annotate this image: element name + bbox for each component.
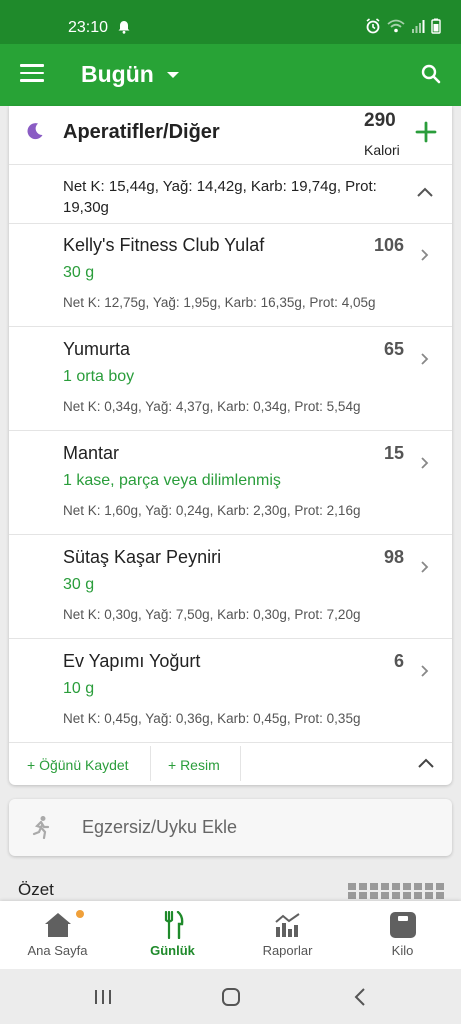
- battery-icon: [431, 18, 441, 34]
- food-macros: Net K: 12,75g, Yağ: 1,95g, Karb: 16,35g,…: [63, 295, 376, 310]
- tab-home[interactable]: Ana Sayfa: [0, 901, 115, 969]
- food-quantity: 30 g: [63, 576, 95, 593]
- food-item[interactable]: Mantar 15 1 kase, parça veya dilimlenmiş…: [9, 431, 452, 535]
- grid-icon[interactable]: [348, 883, 444, 899]
- app-bar: Bugün: [0, 44, 461, 106]
- add-exercise-sleep-button[interactable]: Egzersiz/Uyku Ekle: [9, 799, 452, 856]
- food-macros: Net K: 0,34g, Yağ: 4,37g, Karb: 0,34g, P…: [63, 399, 361, 414]
- chevron-right-icon[interactable]: [420, 352, 430, 366]
- chart-icon: [274, 913, 300, 937]
- recent-apps-icon[interactable]: [92, 987, 114, 1007]
- meal-card: Aperatifler/Diğer 290 Kalori Net K: 15,4…: [9, 106, 452, 785]
- home-icon: [44, 913, 71, 937]
- alarm-icon: [366, 18, 380, 34]
- food-item[interactable]: Yumurta 65 1 orta boy Net K: 0,34g, Yağ:…: [9, 327, 452, 431]
- system-status-icons: [365, 18, 441, 34]
- meal-footer: + Öğünü Kaydet + Resim: [9, 742, 452, 785]
- back-icon[interactable]: [350, 987, 372, 1007]
- food-calories: 65: [383, 339, 404, 359]
- home-button-icon[interactable]: [220, 987, 242, 1007]
- food-name: Mantar: [63, 443, 120, 463]
- food-macros: Net K: 0,45g, Yağ: 0,36g, Karb: 0,45g, P…: [63, 711, 361, 726]
- tab-diary[interactable]: Günlük: [115, 901, 230, 969]
- tab-reports[interactable]: Raporlar: [230, 901, 345, 969]
- chevron-up-icon[interactable]: [416, 757, 436, 769]
- food-name: Ev Yapımı Yoğurt: [63, 651, 201, 671]
- food-name: Yumurta: [63, 339, 131, 359]
- search-icon[interactable]: [419, 62, 443, 86]
- status-time: 23:10: [68, 19, 109, 36]
- meal-calories: 290: [364, 110, 396, 131]
- wifi-icon: [387, 19, 405, 33]
- add-exercise-label: Egzersiz/Uyku Ekle: [82, 817, 238, 837]
- food-name: Sütaş Kaşar Peyniri: [63, 547, 222, 567]
- utensils-icon: [164, 911, 183, 939]
- food-macros: Net K: 0,30g, Yağ: 7,50g, Karb: 0,30g, P…: [63, 607, 361, 622]
- chevron-right-icon[interactable]: [420, 456, 430, 470]
- food-macros: Net K: 1,60g, Yağ: 0,24g, Karb: 2,30g, P…: [63, 503, 361, 518]
- food-item[interactable]: Sütaş Kaşar Peyniri 98 30 g Net K: 0,30g…: [9, 535, 452, 639]
- system-navigation-bar: [0, 969, 461, 1024]
- meal-macro-summary: Net K: 15,44g, Yağ: 14,42g, Karb: 19,74g…: [63, 178, 377, 216]
- caret-down-icon[interactable]: [167, 72, 179, 78]
- add-food-button[interactable]: [414, 120, 438, 144]
- chevron-right-icon[interactable]: [420, 248, 430, 262]
- food-quantity: 30 g: [63, 264, 95, 281]
- chevron-up-icon[interactable]: [414, 185, 436, 199]
- page-title[interactable]: Bugün: [81, 61, 154, 88]
- meal-calories-unit: Kalori: [364, 142, 400, 158]
- add-photo-button[interactable]: + Resim: [168, 757, 220, 773]
- food-calories: 98: [383, 547, 404, 567]
- food-item[interactable]: Ev Yapımı Yoğurt 6 10 g Net K: 0,45g, Ya…: [9, 639, 452, 743]
- scale-icon: [389, 912, 416, 938]
- moon-icon: [27, 123, 43, 140]
- summary-title: Özet: [18, 880, 54, 899]
- bottom-navigation: Ana Sayfa Günlük Raporlar Kilo: [0, 901, 461, 969]
- divider: [150, 746, 151, 781]
- food-quantity: 1 orta boy: [63, 368, 135, 385]
- food-quantity: 10 g: [63, 680, 95, 697]
- tab-weight[interactable]: Kilo: [345, 901, 460, 969]
- tab-label: Raporlar: [262, 943, 313, 958]
- divider: [240, 746, 241, 781]
- menu-icon[interactable]: [20, 64, 44, 84]
- divider: [9, 164, 452, 165]
- save-meal-button[interactable]: + Öğünü Kaydet: [27, 757, 129, 773]
- food-item[interactable]: Kelly's Fitness Club Yulaf 106 30 g Net …: [9, 223, 452, 327]
- bell-icon: [118, 21, 130, 34]
- food-name: Kelly's Fitness Club Yulaf: [63, 235, 265, 255]
- signal-icon: [412, 20, 425, 33]
- food-calories: 15: [383, 443, 404, 463]
- tab-label: Ana Sayfa: [27, 943, 88, 958]
- chevron-right-icon[interactable]: [420, 560, 430, 574]
- meal-name: Aperatifler/Diğer: [63, 121, 220, 143]
- food-quantity: 1 kase, parça veya dilimlenmiş: [63, 472, 281, 489]
- food-calories: 106: [373, 235, 404, 255]
- notification-dot: [76, 910, 84, 918]
- tab-label: Kilo: [391, 943, 414, 958]
- tab-label: Günlük: [150, 943, 195, 958]
- meal-header: Aperatifler/Diğer 290 Kalori: [9, 106, 452, 164]
- running-icon: [32, 816, 50, 839]
- status-bar: 23:10: [0, 0, 461, 44]
- food-calories: 6: [393, 651, 404, 671]
- chevron-right-icon[interactable]: [420, 664, 430, 678]
